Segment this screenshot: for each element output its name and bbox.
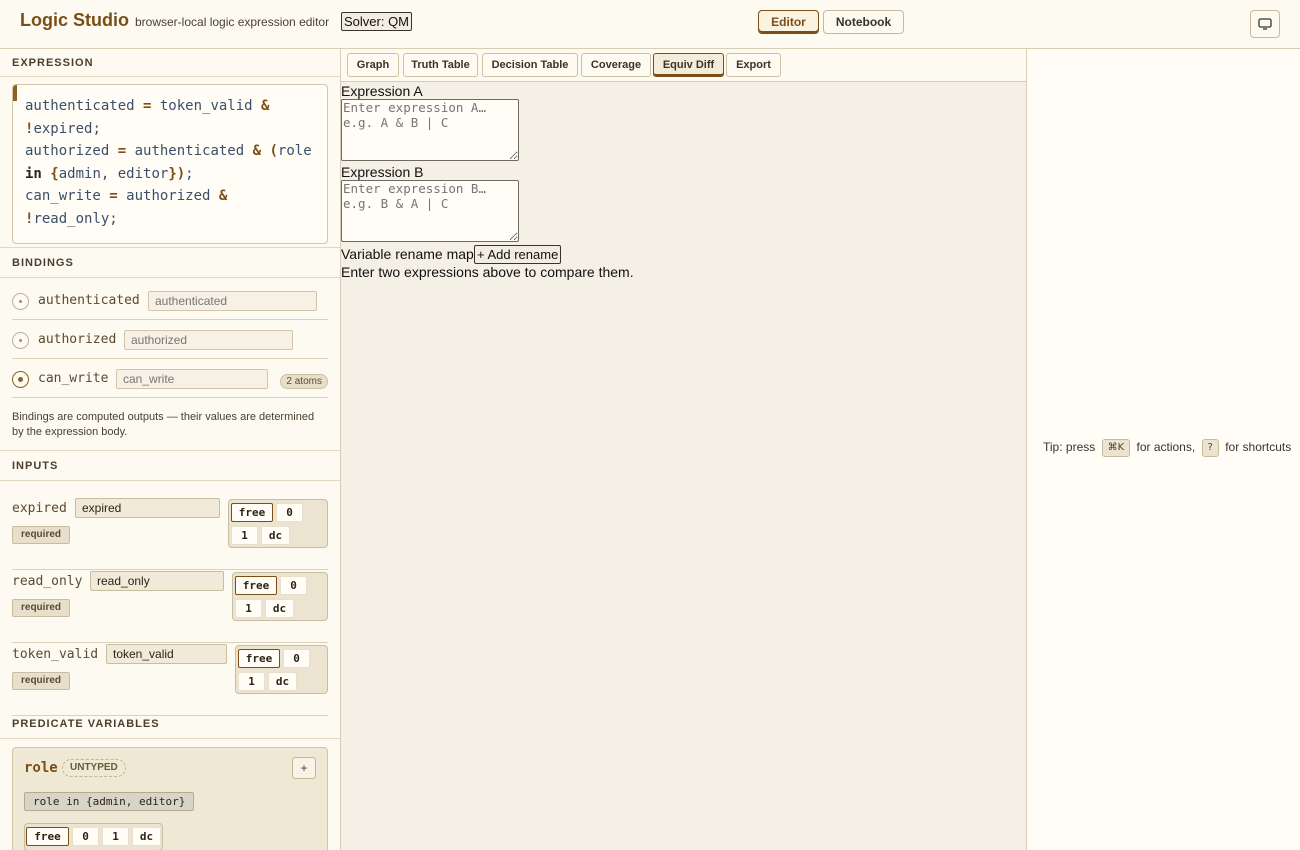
- required-badge: required: [12, 599, 71, 617]
- bindings-note: Bindings are computed outputs — their va…: [12, 411, 315, 438]
- divider: [0, 480, 340, 481]
- tip-suffix: for shortcuts: [1225, 440, 1292, 455]
- tab-graph[interactable]: Graph: [347, 53, 399, 77]
- mode-notebook-button[interactable]: Notebook: [823, 10, 904, 34]
- required-badge: required: [12, 526, 71, 544]
- predicate-section-title: PREDICATE VARIABLES: [12, 718, 160, 730]
- app-header: Logic Studio browser-local logic express…: [0, 0, 1300, 49]
- predicate-name: role: [24, 760, 58, 776]
- divider: [0, 738, 340, 739]
- binding-row-authenticated: authenticated: [12, 281, 328, 320]
- input-name: token_valid: [12, 647, 99, 662]
- add-rename-button[interactable]: + Add rename: [474, 245, 562, 264]
- predicate-type-badge: UNTYPED: [62, 759, 126, 777]
- right-panel: Tip: press ⌘K for actions, ? for shortcu…: [1027, 49, 1300, 850]
- input-row-token-valid: token_valid required free 0 1 dc: [12, 644, 328, 716]
- value-free-button[interactable]: free: [235, 576, 277, 595]
- value-1-button[interactable]: 1: [231, 526, 258, 545]
- input-name: expired: [12, 501, 67, 516]
- expression-line: can_write = authorized &: [25, 188, 228, 204]
- tab-coverage[interactable]: Coverage: [581, 53, 651, 77]
- main-panel: Graph Truth Table Decision Table Coverag…: [341, 49, 1027, 850]
- expression-editor[interactable]: authenticated = token_valid & !expired; …: [12, 84, 328, 244]
- input-row-read-only: read_only required free 0 1 dc: [12, 571, 328, 643]
- shortcuts-key: ?: [1201, 439, 1219, 457]
- tab-truth-table[interactable]: Truth Table: [403, 53, 478, 77]
- value-0-button[interactable]: 0: [72, 827, 99, 846]
- atoms-count-badge: 2 atoms: [280, 374, 328, 389]
- expression-b-input[interactable]: [341, 180, 519, 242]
- value-free-button[interactable]: free: [238, 649, 280, 668]
- value-0-button[interactable]: 0: [280, 576, 307, 595]
- expression-line: authenticated = token_valid &: [25, 98, 270, 114]
- input-alias-field[interactable]: [75, 498, 220, 518]
- binding-row-can-write: can_write 2 atoms: [12, 359, 328, 398]
- monitor-icon: [1258, 18, 1272, 30]
- display-toggle-button[interactable]: [1250, 10, 1280, 38]
- command-palette-key: ⌘K: [1101, 439, 1131, 457]
- value-1-button[interactable]: 1: [235, 599, 262, 618]
- input-alias-field[interactable]: [106, 644, 227, 664]
- divider: [0, 76, 340, 77]
- tip-mid: for actions,: [1136, 440, 1196, 455]
- expression-b-label: Expression B: [341, 164, 424, 180]
- value-1-button[interactable]: 1: [102, 827, 129, 846]
- required-badge: required: [12, 672, 71, 690]
- binding-alias-input[interactable]: [148, 291, 317, 311]
- expression-a-label: Expression A: [341, 83, 423, 99]
- value-free-button[interactable]: free: [231, 503, 273, 522]
- input-row-expired: expired required free 0 1 dc: [12, 498, 328, 570]
- tab-equiv-diff[interactable]: Equiv Diff: [653, 53, 724, 77]
- value-0-button[interactable]: 0: [276, 503, 303, 522]
- rename-map-label: Variable rename map: [341, 246, 474, 262]
- value-1-button[interactable]: 1: [238, 672, 265, 691]
- expression-section-title: EXPRESSION: [12, 57, 94, 69]
- expression-line: in {admin, editor});: [25, 165, 194, 182]
- value-selector: free 0 1 dc: [228, 499, 328, 548]
- value-dc-button[interactable]: dc: [261, 526, 290, 545]
- inputs-section-title: INPUTS: [12, 460, 59, 472]
- mode-editor-button[interactable]: Editor: [758, 10, 819, 34]
- binding-row-authorized: authorized: [12, 320, 328, 359]
- binding-radio[interactable]: [12, 293, 29, 310]
- add-predicate-button[interactable]: +: [292, 757, 316, 779]
- value-selector: free 0 1 dc: [232, 572, 328, 621]
- expression-line: !read_only;: [25, 210, 118, 227]
- divider: [0, 277, 340, 278]
- binding-alias-input[interactable]: [116, 369, 268, 389]
- value-dc-button[interactable]: dc: [132, 827, 161, 846]
- view-tabs: Graph Truth Table Decision Table Coverag…: [341, 49, 1026, 82]
- binding-radio[interactable]: [12, 332, 29, 349]
- divider: [0, 450, 340, 451]
- predicate-value-selector: free 0 1 dc: [24, 823, 163, 850]
- binding-radio-selected[interactable]: [12, 371, 29, 388]
- binding-alias-input[interactable]: [124, 330, 293, 350]
- tab-export[interactable]: Export: [726, 53, 781, 77]
- binding-name: authorized: [38, 332, 117, 347]
- input-alias-field[interactable]: [90, 571, 224, 591]
- tip-prefix: Tip: press: [1043, 440, 1096, 455]
- tab-decision-table[interactable]: Decision Table: [482, 53, 578, 77]
- value-dc-button[interactable]: dc: [265, 599, 294, 618]
- expression-a-input[interactable]: [341, 99, 519, 161]
- value-free-button[interactable]: free: [26, 827, 69, 846]
- expression-line: !expired;: [25, 120, 101, 137]
- predicate-card-role: role UNTYPED + role in {admin, editor} f…: [12, 747, 328, 850]
- bindings-section-title: BINDINGS: [12, 257, 74, 269]
- binding-name: can_write: [38, 371, 109, 386]
- compare-status-text: Enter two expressions above to compare t…: [341, 264, 634, 280]
- app-title: Logic Studio: [20, 10, 129, 30]
- app-subtitle: browser-local logic expression editor: [135, 15, 330, 29]
- value-dc-button[interactable]: dc: [268, 672, 297, 691]
- input-name: read_only: [12, 574, 83, 589]
- solver-select[interactable]: Solver: QM: [341, 12, 413, 31]
- binding-name: authenticated: [38, 293, 140, 308]
- value-0-button[interactable]: 0: [283, 649, 310, 668]
- divider: [0, 247, 340, 248]
- tip-text: Tip: press ⌘K for actions, ? for shortcu…: [1043, 439, 1291, 457]
- sidebar: EXPRESSION authenticated = token_valid &…: [0, 49, 341, 850]
- value-selector: free 0 1 dc: [235, 645, 328, 694]
- predicate-expression: role in {admin, editor}: [24, 792, 195, 811]
- expression-line: authorized = authenticated & (role: [25, 143, 312, 159]
